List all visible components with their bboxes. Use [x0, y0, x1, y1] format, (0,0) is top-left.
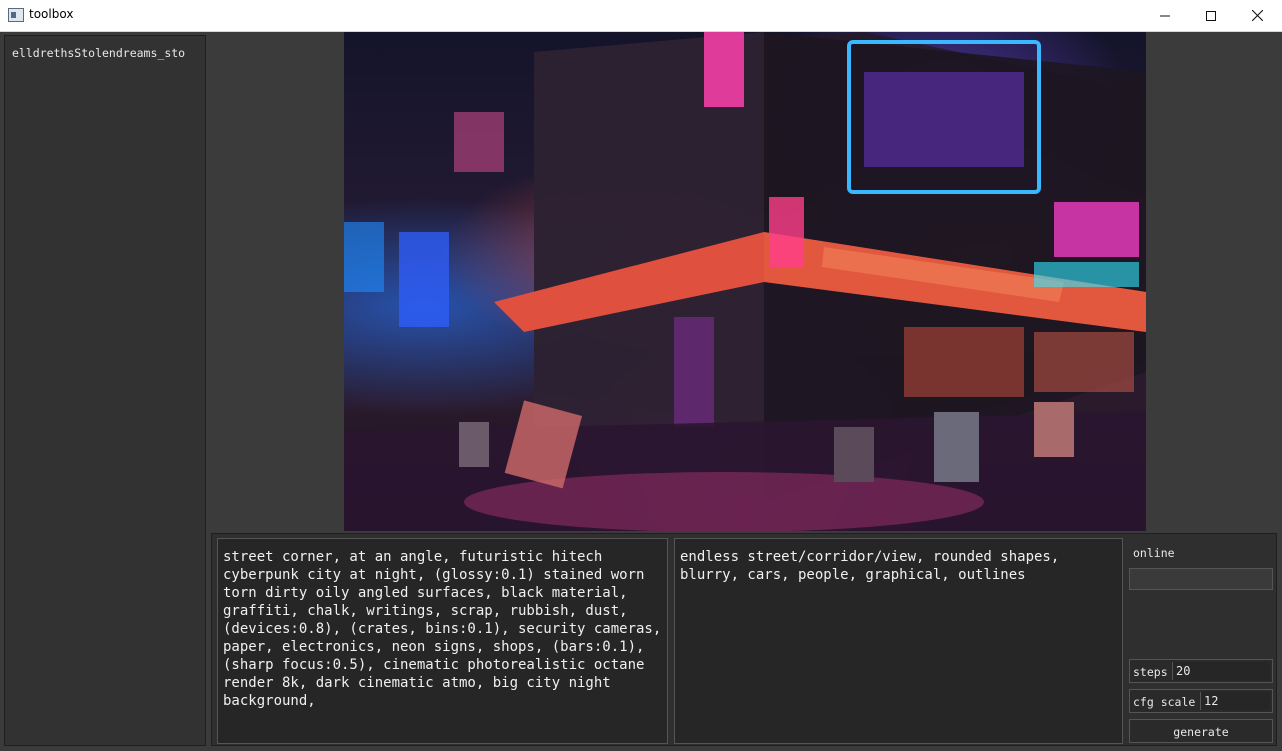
- steps-input[interactable]: 20: [1172, 662, 1270, 680]
- prompt-input[interactable]: street corner, at an angle, futuristic h…: [217, 538, 668, 744]
- cfg-scale-label: cfg scale: [1133, 695, 1196, 709]
- status-label: online: [1133, 546, 1175, 560]
- model-list-item[interactable]: elldrethsStolendreams_sto: [12, 46, 200, 60]
- title-bar: toolbox: [0, 0, 1282, 32]
- steps-field: steps 20: [1129, 659, 1273, 683]
- model-list-panel: elldrethsStolendreams_sto: [4, 35, 206, 746]
- status-field: [1129, 568, 1273, 590]
- cfg-scale-field: cfg scale 12: [1129, 689, 1273, 713]
- negative-prompt-input[interactable]: endless street/corridor/view, rounded sh…: [674, 538, 1123, 744]
- generation-controls: street corner, at an angle, futuristic h…: [211, 533, 1277, 746]
- close-button[interactable]: [1234, 0, 1280, 31]
- minimize-icon: [1160, 15, 1170, 16]
- window-title: toolbox: [29, 7, 74, 21]
- generate-button[interactable]: generate: [1129, 719, 1273, 743]
- generated-image: [344, 32, 1146, 531]
- app-window-icon: [8, 8, 24, 22]
- cfg-scale-input[interactable]: 12: [1200, 692, 1270, 710]
- close-icon: [1251, 10, 1263, 21]
- steps-label: steps: [1133, 665, 1168, 679]
- maximize-button[interactable]: [1188, 0, 1234, 31]
- minimize-button[interactable]: [1142, 0, 1188, 31]
- maximize-icon: [1206, 10, 1216, 21]
- window-edge: [1278, 32, 1282, 751]
- cyberpunk-street-illustration: [344, 32, 1146, 531]
